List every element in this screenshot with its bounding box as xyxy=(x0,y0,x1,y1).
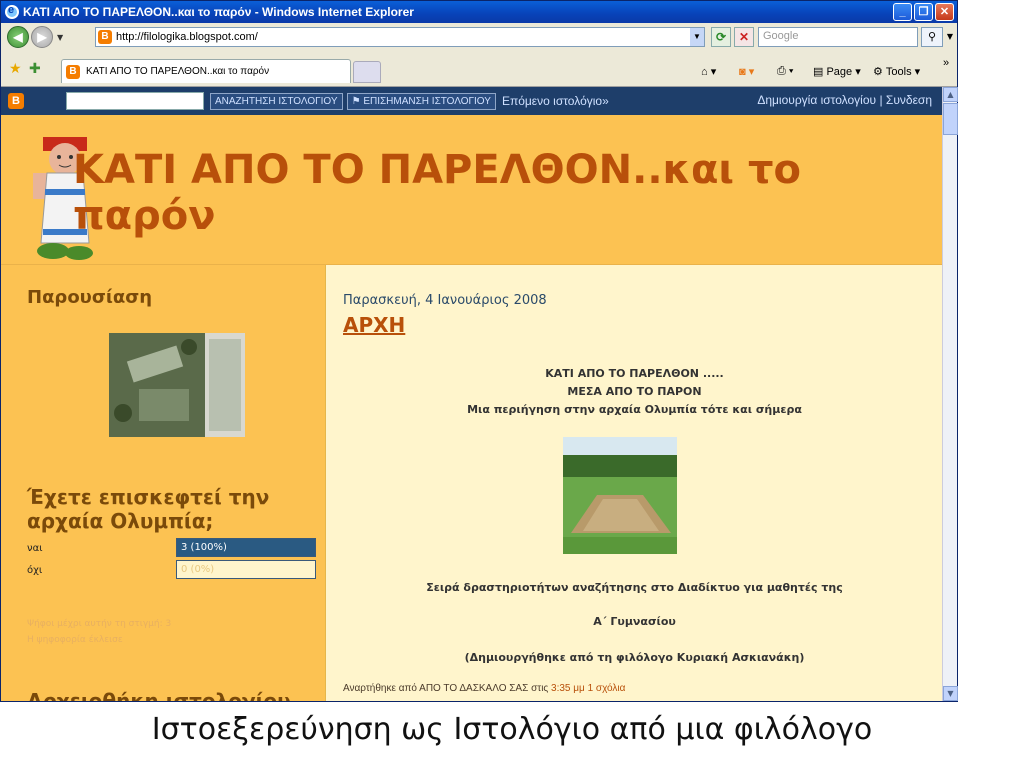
blogger-favicon-icon: B xyxy=(66,64,80,79)
poll-result-yes: 3 (100%) xyxy=(176,538,316,557)
post-line-3: Μια περιήγηση στην αρχαία Ολυμπία τότε κ… xyxy=(467,403,802,416)
create-blog-link[interactable]: Δημιουργία ιστολογίου xyxy=(757,93,876,107)
blog-header: ΚΑΤΙ ΑΠΟ ΤΟ ΠΑΡΕΛΘΟΝ..και το παρόν xyxy=(1,115,942,265)
tools-menu[interactable]: ⚙ Tools ▾ xyxy=(873,65,920,79)
tools-menu-label: Tools xyxy=(885,65,912,78)
post-comments-link[interactable]: 1 σχόλια xyxy=(588,683,626,694)
post-footer: Αναρτήθηκε από ΑΠΟ ΤΟ ΔΑΣΚΑΛΟ ΣΑΣ στις 3… xyxy=(343,683,625,694)
post-footer-prefix: Αναρτήθηκε από ΑΠΟ ΤΟ ΔΑΣΚΑΛΟ ΣΑΣ στις xyxy=(343,683,549,694)
post-line-1: ΚΑΤΙ ΑΠΟ ΤΟ ΠΑΡΕΛΘΟΝ ..... xyxy=(545,367,724,380)
navbar-right: Δημιουργία ιστολογίου | Συνδεση xyxy=(757,93,932,107)
main-column: Παρασκευή, 4 Ιανουάριος 2008 ΑΡΧΗ ΚΑΤΙ Α… xyxy=(327,265,942,701)
title-bar: ΚΑΤΙ ΑΠΟ ΤΟ ΠΑΡΕΛΘΟΝ..και το παρόν - Win… xyxy=(1,1,957,23)
refresh-button[interactable]: ⟳ xyxy=(711,27,731,47)
navbar-separator: | xyxy=(879,93,883,107)
post-line-6: (Δημιουργήθηκε από τη φιλόλογο Κυριακή Α… xyxy=(464,651,805,664)
poll-option-yes: ναι xyxy=(27,543,43,554)
search-options-icon[interactable]: ▼ xyxy=(945,27,955,47)
post-title[interactable]: ΑΡΧΗ xyxy=(343,313,405,337)
search-blog-button[interactable]: ΑΝΑΖΗΤΗΣΗ ΙΣΤΟΛΟΓΙΟΥ xyxy=(210,92,343,110)
forward-button[interactable]: ▶ xyxy=(31,26,53,48)
navbar-search-input[interactable] xyxy=(66,92,204,110)
poll-question: Έχετε επισκεφτεί την αρχαία Ολυμπία; xyxy=(27,485,270,533)
tab-row: ★ ✚ B ΚΑΤΙ ΑΠΟ ΤΟ ΠΑΡΕΛΘΟΝ..και το παρόν… xyxy=(1,51,957,87)
print-icon[interactable]: ⎙ ▾ xyxy=(777,65,793,78)
blogger-navbar: B ΑΝΑΖΗΤΗΣΗ ΙΣΤΟΛΟΓΙΟΥ ⚑ ΕΠΙΣΗΜΑΝΣΗ ΙΣΤΟ… xyxy=(1,87,942,115)
post-line-2: ΜΕΣΑ ΑΠΟ ΤΟ ΠΑΡΟΝ xyxy=(567,385,702,398)
poll-votes: Ψήφοι μέχρι αυτήν τη στιγμή: 3 xyxy=(27,619,172,629)
post-line-5: Α΄ Γυμνασίου xyxy=(593,615,676,628)
scroll-up-icon[interactable]: ▲ xyxy=(943,87,958,102)
blogger-logo-icon[interactable]: B xyxy=(8,93,24,109)
home-icon[interactable]: ⌂ ▾ xyxy=(701,65,716,78)
search-icon[interactable]: ⚲ xyxy=(921,27,943,47)
tab-active[interactable]: B ΚΑΤΙ ΑΠΟ ΤΟ ΠΑΡΕΛΘΟΝ..και το παρόν xyxy=(61,59,351,83)
stop-button[interactable]: ✕ xyxy=(734,27,754,47)
presentation-heading: Παρουσίαση xyxy=(27,287,153,308)
flag-blog-label: ΕΠΙΣΗΜΑΝΣΗ ΙΣΤΟΛΟΓΙΟΥ xyxy=(363,95,491,107)
address-bar[interactable]: B http://filologika.blogspot.com/ ▼ xyxy=(95,27,705,47)
olympia-aerial-photo[interactable] xyxy=(109,333,245,437)
minimize-button[interactable]: _ xyxy=(893,3,912,21)
poll-result-no: 0 (0%) xyxy=(176,560,316,579)
address-row: ◀ ▶ ▼ B http://filologika.blogspot.com/ … xyxy=(1,23,957,51)
search-input[interactable]: Google xyxy=(758,27,918,47)
history-dropdown-icon[interactable]: ▼ xyxy=(57,33,63,42)
blogger-favicon-icon: B xyxy=(98,30,112,44)
page-menu-label: Page xyxy=(826,65,853,78)
post-time-link[interactable]: 3:35 μμ xyxy=(551,683,585,694)
new-tab-button[interactable] xyxy=(353,61,381,83)
address-url[interactable]: http://filologika.blogspot.com/ xyxy=(116,31,258,43)
poll-status: Η ψηφοφορία έκλεισε xyxy=(27,635,123,645)
window-title: ΚΑΤΙ ΑΠΟ ΤΟ ΠΑΡΕΛΘΟΝ..και το παρόν - Win… xyxy=(23,5,414,19)
flag-blog-button[interactable]: ⚑ ΕΠΙΣΗΜΑΝΣΗ ΙΣΤΟΛΟΓΙΟΥ xyxy=(346,92,496,110)
back-button[interactable]: ◀ xyxy=(7,26,29,48)
next-blog-link[interactable]: Επόμενο ιστολόγιο» xyxy=(502,94,609,108)
poll-option-no: όχι xyxy=(27,565,43,576)
page-content: B ΑΝΑΖΗΤΗΣΗ ΙΣΤΟΛΟΓΙΟΥ ⚑ ΕΠΙΣΗΜΑΝΣΗ ΙΣΤΟ… xyxy=(1,87,942,701)
slide-caption: Ιστοεξερεύνηση ως Ιστολόγιο από μια φιλό… xyxy=(151,712,873,747)
browser-window: ΚΑΤΙ ΑΠΟ ΤΟ ΠΑΡΕΛΘΟΝ..και το παρόν - Win… xyxy=(0,0,958,702)
ie-logo-icon xyxy=(5,4,19,19)
feeds-icon[interactable]: ◙ ▾ xyxy=(739,65,754,78)
post-line-4: Σειρά δραστηριοτήτων αναζήτησης στο Διαδ… xyxy=(426,581,843,594)
close-button[interactable]: ✕ xyxy=(935,3,954,21)
address-dropdown-icon[interactable]: ▼ xyxy=(690,28,704,46)
sidebar: Παρουσίαση Έχετε επισκεφτεί την αρχαία Ο… xyxy=(1,265,326,701)
blog-title[interactable]: ΚΑΤΙ ΑΠΟ ΤΟ ΠΑΡΕΛΘΟΝ..και το παρόν xyxy=(73,147,893,239)
tab-label: ΚΑΤΙ ΑΠΟ ΤΟ ΠΑΡΕΛΘΟΝ..και το παρόν xyxy=(86,66,270,77)
post-date: Παρασκευή, 4 Ιανουάριος 2008 xyxy=(343,293,547,308)
scroll-thumb[interactable] xyxy=(943,103,958,135)
favorites-star-icon[interactable]: ★ xyxy=(9,61,22,77)
login-link[interactable]: Συνδεση xyxy=(886,93,932,107)
page-menu[interactable]: ▤ Page ▾ xyxy=(813,65,861,79)
stadium-photo[interactable] xyxy=(563,437,677,554)
scroll-down-icon[interactable]: ▼ xyxy=(943,686,958,701)
add-favorites-icon[interactable]: ✚ xyxy=(29,61,41,77)
vertical-scrollbar[interactable]: ▲ ▼ xyxy=(942,87,958,701)
chevron-more-icon[interactable]: » xyxy=(943,57,949,69)
archive-heading: Αρχειοθήκη ιστολογίου xyxy=(27,689,291,701)
maximize-button[interactable]: ❐ xyxy=(914,3,933,21)
